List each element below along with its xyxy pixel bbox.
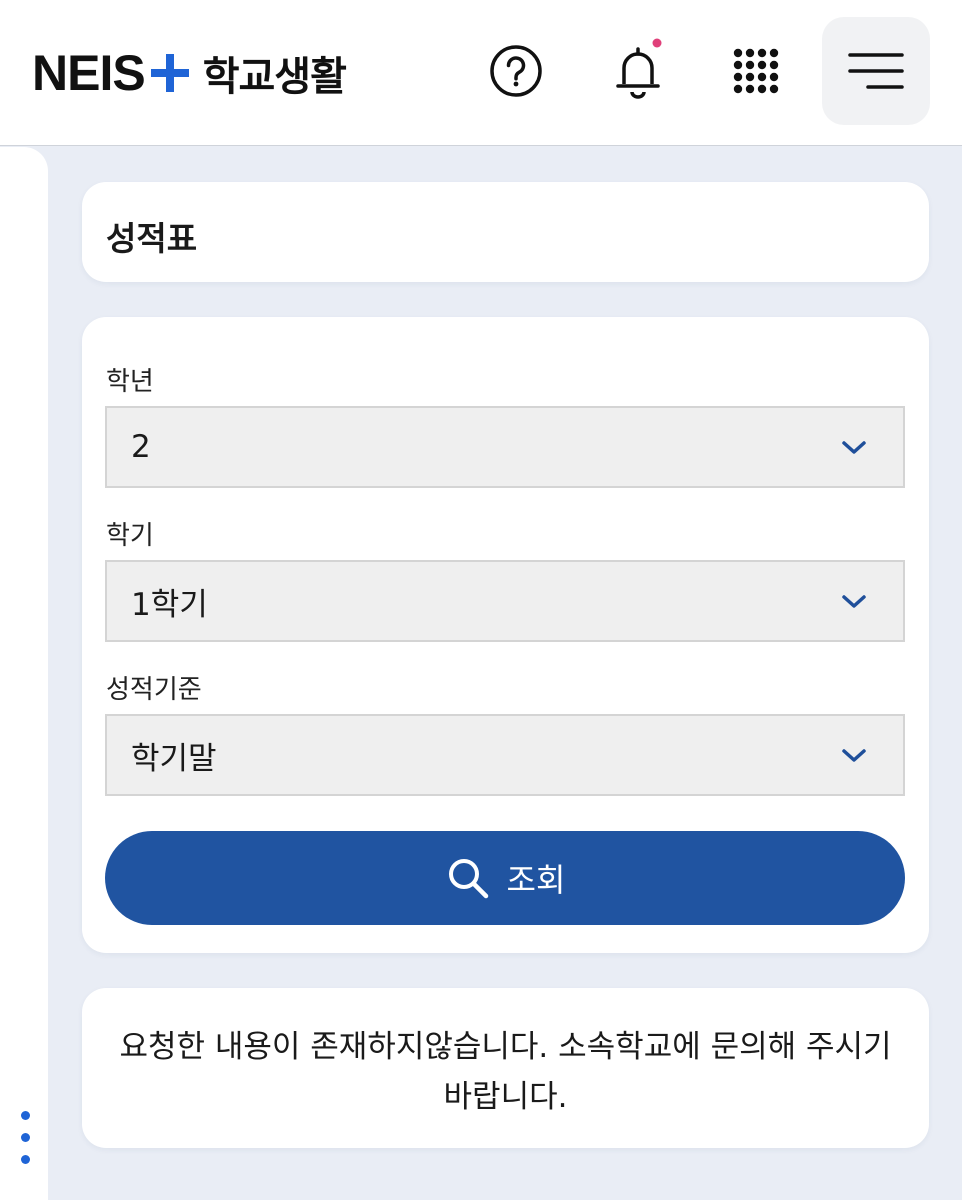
notification-dot: [652, 38, 662, 48]
logo-neis-text: NEIS: [32, 45, 146, 101]
logo-plus-icon: [150, 54, 189, 92]
left-side-panel: [0, 147, 48, 1200]
search-button-label: 조회: [506, 861, 566, 899]
grade-select[interactable]: 2: [105, 406, 905, 488]
help-button[interactable]: [462, 17, 570, 125]
grid-dots-icon: [733, 48, 779, 94]
grade-label: 학년: [106, 367, 154, 397]
search-button[interactable]: 조회: [105, 831, 905, 925]
vertical-dots-icon[interactable]: [19, 1107, 31, 1167]
semester-label: 학기: [106, 521, 154, 551]
criteria-label: 성적기준: [106, 675, 202, 705]
help-circle-icon: [490, 45, 542, 97]
semester-select-value: 1학기: [131, 586, 208, 623]
criteria-select-value: 학기말: [131, 740, 217, 777]
grade-select-value: 2: [131, 429, 151, 465]
result-message-card: 요청한 내용이 존재하지않습니다. 소속학교에 문의해 주시기 바랍니다.: [82, 988, 929, 1148]
chevron-down-icon: [842, 441, 866, 454]
criteria-select[interactable]: 학기말: [105, 714, 905, 796]
notifications-button[interactable]: [583, 17, 691, 125]
search-icon: [448, 859, 488, 899]
search-form-card: 학년 2 학기 1학기 성적기준 학기말 조회: [82, 317, 929, 953]
chevron-down-icon: [842, 749, 866, 762]
app-header: NEIS 학교생활: [0, 0, 962, 146]
page-title-card: 성적표: [82, 182, 929, 282]
semester-select[interactable]: 1학기: [105, 560, 905, 642]
page-title: 성적표: [106, 219, 198, 258]
apps-button[interactable]: [702, 17, 810, 125]
bell-icon: [616, 38, 662, 99]
neis-logo[interactable]: NEIS 학교생활: [32, 38, 347, 108]
hamburger-menu-icon: [848, 53, 904, 89]
no-data-message: 요청한 내용이 존재하지않습니다. 소속학교에 문의해 주시기 바랍니다.: [119, 1029, 892, 1115]
chevron-down-icon: [842, 595, 866, 608]
app-title: 학교생활: [202, 54, 347, 100]
menu-button[interactable]: [822, 17, 930, 125]
